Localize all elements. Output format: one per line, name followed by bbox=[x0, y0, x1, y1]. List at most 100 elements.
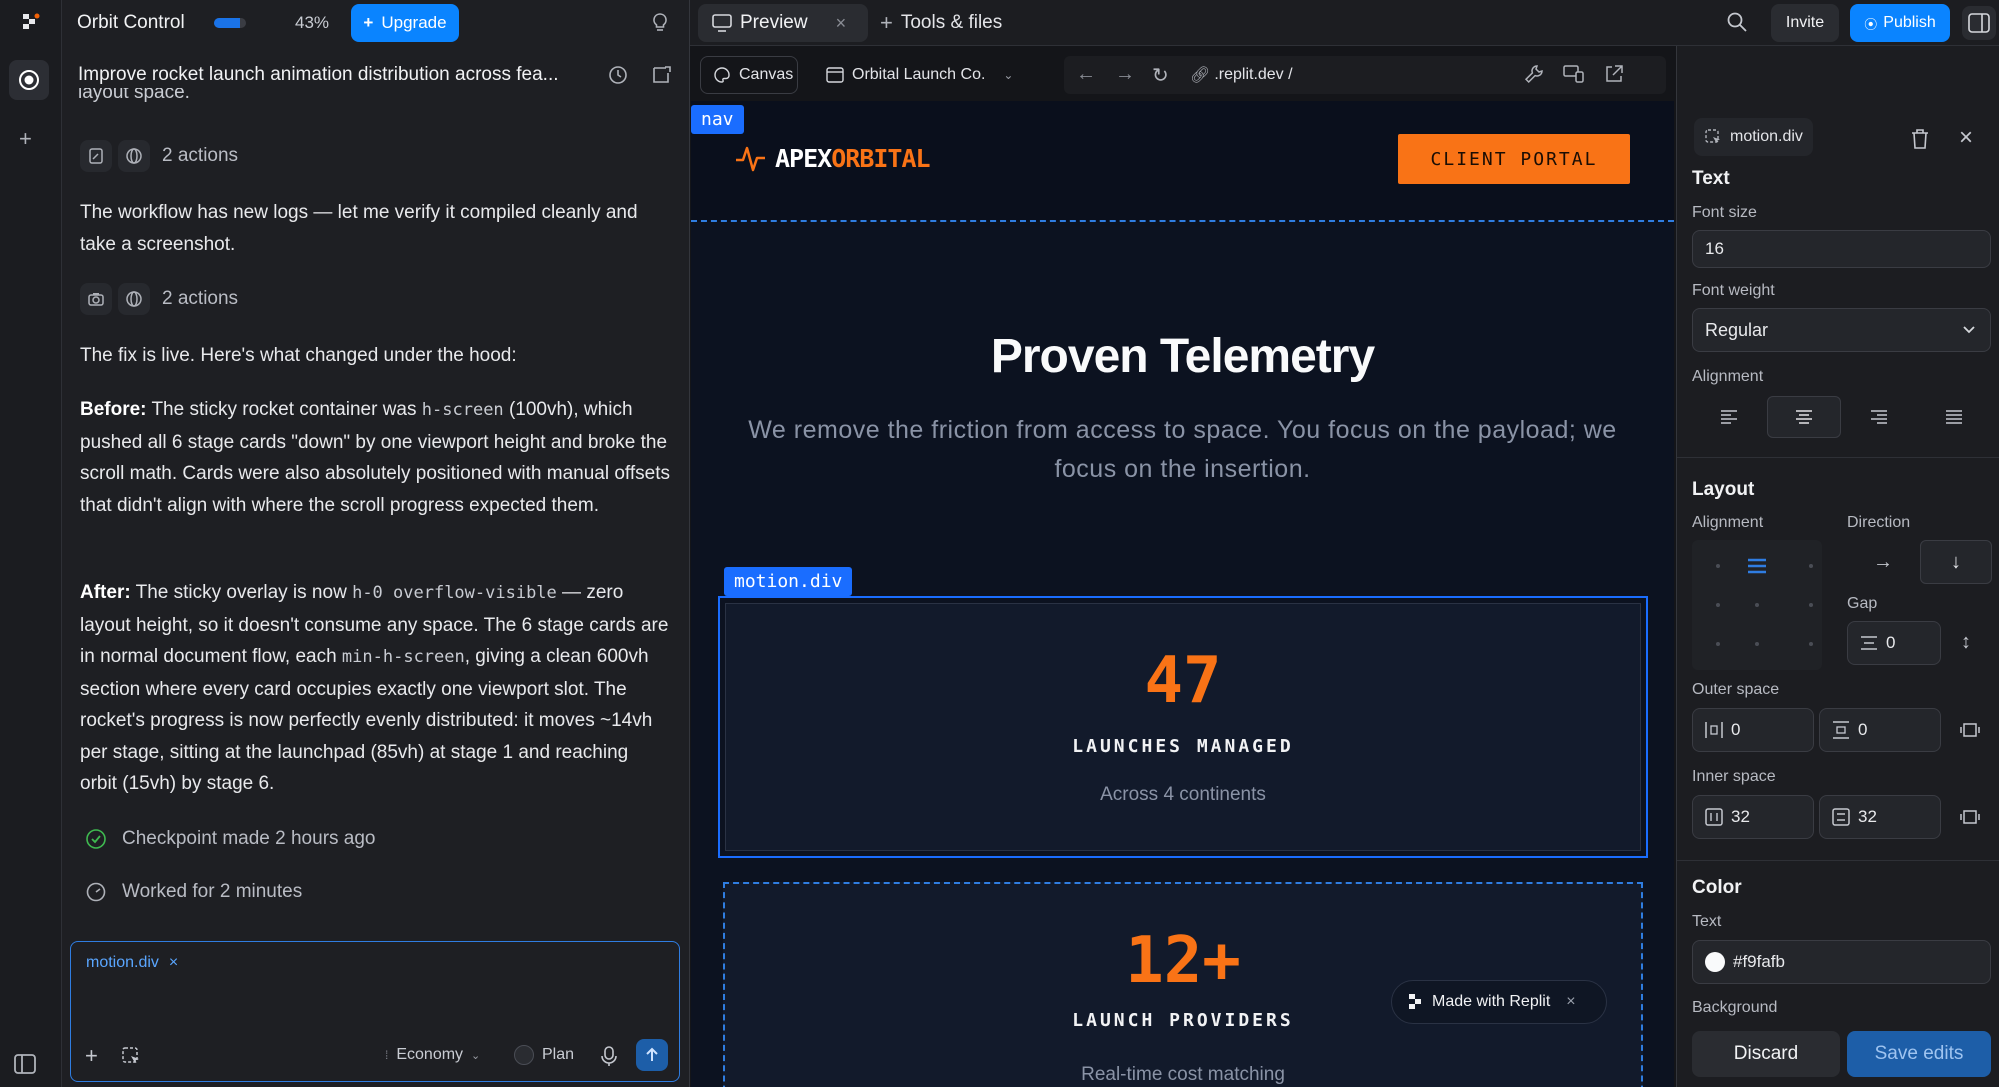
upgrade-button[interactable]: + Upgrade bbox=[351, 4, 459, 42]
align-left-button[interactable] bbox=[1692, 396, 1766, 438]
agent-icon[interactable] bbox=[9, 60, 49, 100]
close-icon[interactable]: × bbox=[1566, 993, 1575, 1011]
replit-logo-icon[interactable] bbox=[20, 12, 40, 32]
alignment-grid[interactable] bbox=[1692, 540, 1822, 670]
tab-tools-files[interactable]: + Tools & files bbox=[880, 4, 1002, 42]
font-weight-select[interactable]: Regular bbox=[1692, 308, 1991, 352]
text-color-input[interactable]: #f9fafb bbox=[1692, 940, 1991, 984]
gap-value: 0 bbox=[1886, 633, 1896, 652]
color-swatch[interactable] bbox=[1705, 952, 1725, 972]
publish-button[interactable]: ⦿ Publish bbox=[1850, 4, 1950, 42]
lightbulb-icon[interactable] bbox=[651, 12, 669, 34]
inner-v-value: 32 bbox=[1858, 807, 1877, 826]
mode-select[interactable]: ⁞ Economy ⌄ bbox=[385, 1046, 480, 1064]
close-icon[interactable]: × bbox=[836, 13, 847, 34]
chat-composer[interactable]: motion.div × + ⁞ Economy ⌄ Plan bbox=[70, 941, 680, 1082]
tab-preview[interactable]: Preview × bbox=[698, 4, 868, 42]
chevron-down-icon: ⌄ bbox=[1003, 68, 1014, 82]
plan-toggle[interactable]: Plan bbox=[514, 1045, 574, 1065]
send-button[interactable] bbox=[636, 1039, 668, 1071]
link-icon: 🔗︎ bbox=[1190, 67, 1211, 84]
direction-column-button[interactable]: ↓ bbox=[1920, 540, 1992, 584]
url-field[interactable]: 🔗︎ .replit.dev / bbox=[1190, 56, 1293, 94]
attach-plus-icon[interactable]: + bbox=[85, 1043, 98, 1069]
expand-sides-icon[interactable] bbox=[1960, 722, 1980, 738]
gap-input[interactable]: 0 bbox=[1847, 621, 1941, 665]
discard-button[interactable]: Discard bbox=[1692, 1031, 1840, 1077]
before-text-1: The sticky rocket container was bbox=[146, 399, 422, 420]
forward-arrow-icon[interactable]: → bbox=[1115, 63, 1135, 86]
cut-off-text: layout space. bbox=[78, 88, 190, 102]
refresh-icon[interactable]: ↻ bbox=[1152, 63, 1169, 88]
element-selector[interactable]: motion.div bbox=[1694, 118, 1813, 156]
align-center-icon bbox=[1796, 410, 1812, 424]
worked-text: Worked for 2 minutes bbox=[122, 881, 303, 902]
layout-alignment-label: Alignment bbox=[1692, 514, 1764, 531]
client-portal-button[interactable]: CLIENT PORTAL bbox=[1398, 134, 1630, 184]
browser-icon bbox=[826, 67, 844, 83]
select-element-icon[interactable] bbox=[121, 1046, 141, 1066]
site-logo[interactable]: APEXORBITAL bbox=[735, 143, 931, 173]
text-section-heading: Text bbox=[1692, 168, 1730, 189]
inner-vertical-input[interactable]: 32 bbox=[1819, 795, 1941, 839]
stat-title: LAUNCHES MANAGED bbox=[1072, 736, 1294, 757]
back-arrow-icon[interactable]: ← bbox=[1076, 63, 1096, 86]
panel-toggle-icon[interactable] bbox=[1962, 6, 1996, 40]
check-circle-icon bbox=[80, 823, 112, 855]
direction-row-button[interactable]: → bbox=[1847, 540, 1919, 584]
context-chip[interactable]: motion.div × bbox=[86, 954, 178, 972]
stat-subtitle: Across 4 continents bbox=[1100, 784, 1266, 805]
mode-label: Economy bbox=[396, 1046, 464, 1063]
palette-icon bbox=[714, 67, 730, 83]
alignment-selected-icon bbox=[1747, 557, 1767, 575]
camera-icon bbox=[80, 283, 112, 315]
history-icon[interactable] bbox=[607, 64, 629, 86]
font-size-input[interactable]: 16 bbox=[1692, 230, 1991, 268]
top-right-header: Invite ⦿ Publish bbox=[1676, 0, 1999, 46]
align-justify-button[interactable] bbox=[1917, 396, 1991, 438]
sidebar-toggle-icon[interactable] bbox=[13, 1053, 37, 1075]
checkpoint-row[interactable]: Checkpoint made 2 hours ago bbox=[80, 823, 376, 855]
text-color-label: Text bbox=[1692, 913, 1722, 930]
thread-title[interactable]: Improve rocket launch animation distribu… bbox=[78, 64, 559, 86]
trash-icon[interactable] bbox=[1910, 128, 1930, 150]
site-viewport: nav APEXORBITAL CLIENT PORTAL Proven Tel… bbox=[691, 101, 1674, 1087]
worked-row: Worked for 2 minutes bbox=[80, 876, 302, 908]
open-external-icon[interactable] bbox=[1604, 64, 1624, 84]
align-center-button[interactable] bbox=[1767, 396, 1841, 438]
section-subheading-2: focus on the insertion. bbox=[1054, 455, 1311, 483]
outer-v-value: 0 bbox=[1858, 720, 1868, 739]
tab-preview-label: Preview bbox=[740, 12, 808, 33]
outer-horizontal-input[interactable]: 0 bbox=[1692, 708, 1814, 752]
close-icon[interactable]: × bbox=[1959, 124, 1973, 152]
microphone-icon[interactable] bbox=[600, 1045, 618, 1067]
search-icon[interactable] bbox=[1726, 11, 1748, 33]
inline-code: min-h-screen bbox=[341, 647, 465, 667]
page-selector[interactable]: Orbital Launch Co. ⌄ bbox=[826, 56, 1013, 94]
stat-card-selected[interactable]: 47 LAUNCHES MANAGED Across 4 continents bbox=[718, 596, 1648, 858]
made-with-replit-badge[interactable]: Made with Replit × bbox=[1391, 980, 1607, 1024]
canvas-button[interactable]: Canvas bbox=[700, 56, 798, 94]
invite-button[interactable]: Invite bbox=[1771, 4, 1839, 42]
globe-icon bbox=[118, 140, 150, 172]
inner-horizontal-input[interactable]: 32 bbox=[1692, 795, 1814, 839]
nav-tag: nav bbox=[691, 105, 744, 134]
devices-icon[interactable] bbox=[1563, 64, 1585, 84]
expand-sides-icon[interactable] bbox=[1960, 809, 1980, 825]
add-icon[interactable]: + bbox=[19, 126, 32, 152]
align-left-icon bbox=[1721, 410, 1737, 424]
actions-group-1[interactable]: 2 actions bbox=[80, 140, 238, 172]
save-edits-button[interactable]: Save edits bbox=[1847, 1031, 1991, 1077]
vertical-resize-icon[interactable]: ↕ bbox=[1961, 631, 1971, 654]
wrench-icon[interactable] bbox=[1524, 64, 1544, 84]
close-icon[interactable]: × bbox=[169, 954, 178, 972]
project-name[interactable]: Orbit Control bbox=[77, 12, 185, 34]
new-chat-icon[interactable] bbox=[651, 64, 673, 86]
horizontal-padding-icon bbox=[1705, 808, 1723, 826]
usage-percent: 43% bbox=[295, 13, 330, 32]
align-right-button[interactable] bbox=[1842, 396, 1916, 438]
globe-icon bbox=[118, 283, 150, 315]
actions-group-2[interactable]: 2 actions bbox=[80, 283, 238, 315]
page-selector-label: Orbital Launch Co. bbox=[852, 66, 986, 83]
outer-vertical-input[interactable]: 0 bbox=[1819, 708, 1941, 752]
